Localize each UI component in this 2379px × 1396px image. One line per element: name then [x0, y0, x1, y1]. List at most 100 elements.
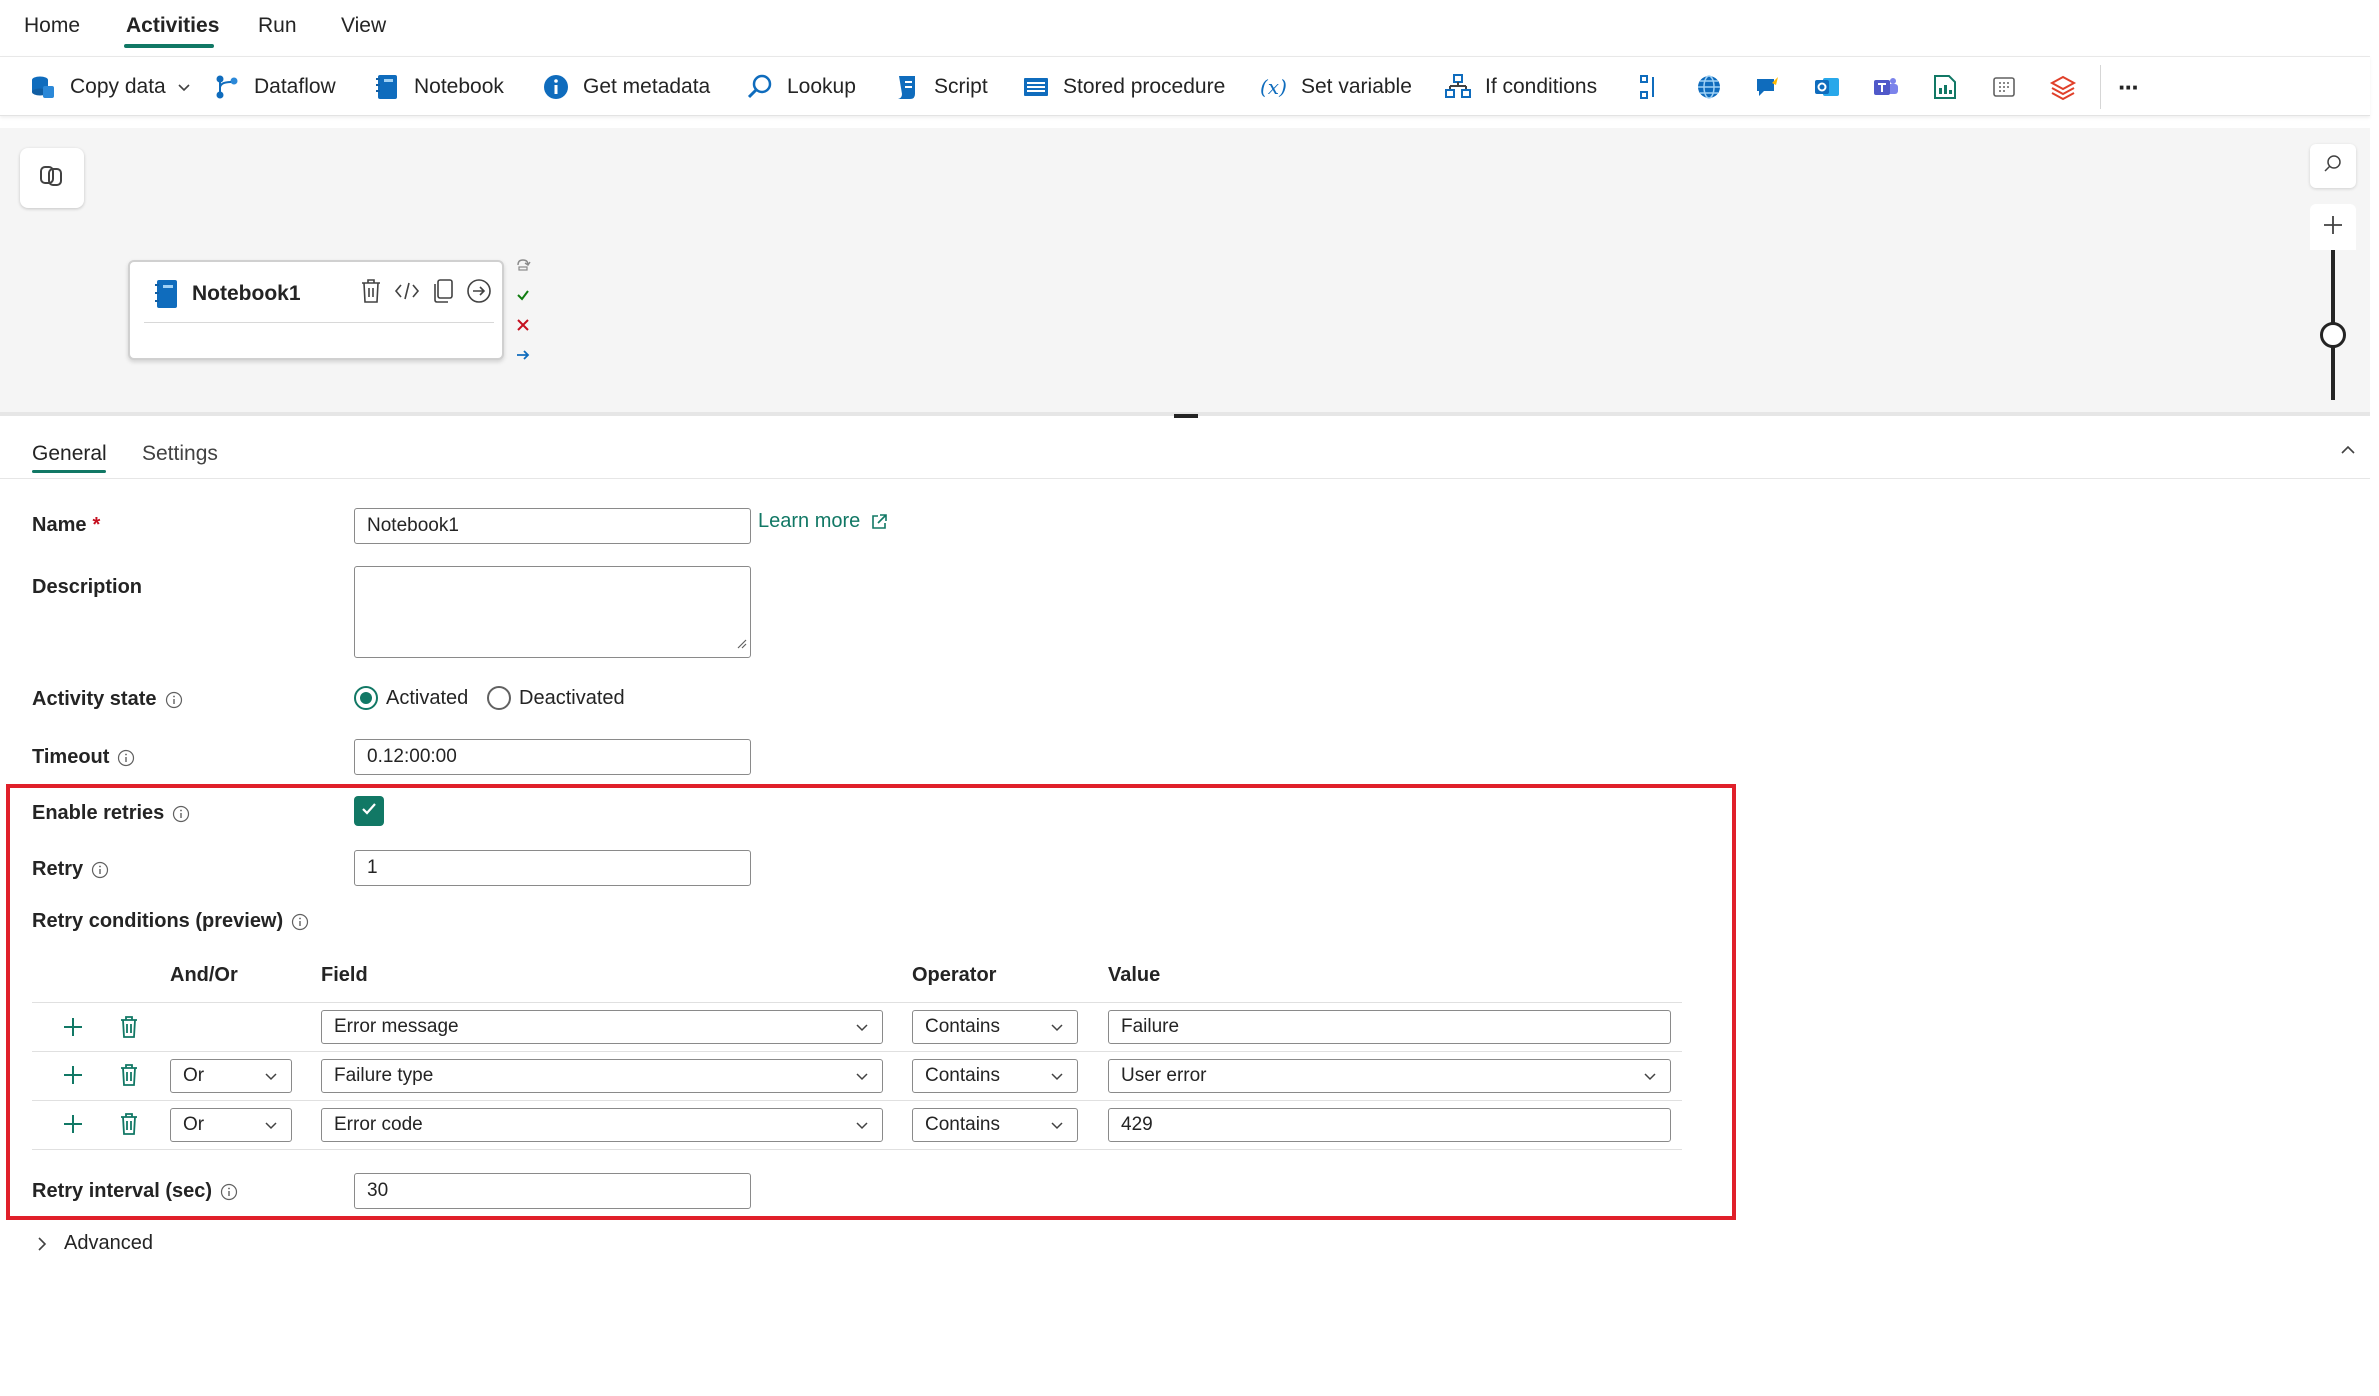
operator-dropdown[interactable]: Contains [912, 1108, 1078, 1142]
info-icon[interactable] [220, 1183, 238, 1201]
if-conditions-button[interactable]: If conditions [1443, 67, 1597, 107]
delete-condition-button[interactable] [114, 1012, 144, 1042]
description-textarea[interactable] [354, 566, 751, 658]
timeout-input[interactable]: 0.12:00:00 [354, 739, 751, 775]
add-condition-button[interactable] [58, 1012, 88, 1042]
info-icon[interactable] [91, 861, 109, 879]
learn-more-link[interactable]: Learn more [758, 510, 888, 533]
field-dropdown[interactable]: Failure type [321, 1059, 883, 1093]
operator-dropdown[interactable]: Contains [912, 1059, 1078, 1093]
activated-radio[interactable]: Activated [354, 686, 468, 710]
menu-home[interactable]: Home [24, 14, 80, 38]
checkmark-icon [359, 799, 379, 824]
set-variable-button[interactable]: (x) Set variable [1259, 67, 1412, 107]
dataflow-button[interactable]: Dataflow [212, 67, 336, 107]
active-tab-indicator [32, 470, 106, 473]
kql-activity-button[interactable] [1989, 67, 2019, 107]
value-dropdown[interactable]: User error [1108, 1059, 1671, 1093]
zoom-slider-thumb[interactable] [2320, 322, 2346, 348]
chevron-down-icon [263, 1117, 279, 1133]
zoom-in-button[interactable] [2310, 204, 2356, 250]
delete-icon[interactable] [356, 276, 386, 306]
menu-view[interactable]: View [341, 14, 386, 38]
and-or-dropdown[interactable]: Or [170, 1108, 292, 1142]
pipeline-canvas[interactable]: Notebook1 [0, 128, 2370, 414]
webhook-icon [1753, 72, 1783, 102]
and-or-dropdown[interactable]: Or [170, 1059, 292, 1093]
semantic-model-refresh-button[interactable] [1930, 67, 1960, 107]
field-dropdown[interactable]: Error message [321, 1010, 883, 1044]
panel-resize-handle[interactable] [1174, 414, 1198, 418]
timeout-label-row: Timeout [32, 746, 135, 769]
menu-run[interactable]: Run [258, 14, 297, 38]
tab-general[interactable]: General [32, 442, 107, 466]
teams-activity-button[interactable] [1871, 67, 1901, 107]
field-value: Failure type [334, 1065, 434, 1086]
more-activities-button[interactable]: ··· [2118, 67, 2140, 107]
tab-settings[interactable]: Settings [142, 442, 218, 466]
retry-conditions-label-row: Retry conditions (preview) [32, 910, 309, 933]
skip-port-icon[interactable] [512, 254, 534, 276]
web-activity-button[interactable] [1694, 67, 1724, 107]
notebook-activity-node[interactable]: Notebook1 [128, 260, 504, 360]
activated-radio-circle[interactable] [354, 686, 378, 710]
copy-icon[interactable] [428, 276, 458, 306]
script-button[interactable]: Script [892, 67, 988, 107]
name-input[interactable]: Notebook1 [354, 508, 751, 544]
plus-icon [2321, 213, 2345, 242]
info-icon[interactable] [165, 691, 183, 709]
menu-activities[interactable]: Activities [126, 14, 219, 38]
stored-procedure-button[interactable]: Stored procedure [1021, 67, 1225, 107]
info-icon[interactable] [172, 805, 190, 823]
copy-data-button[interactable]: Copy data [28, 67, 192, 107]
script-icon [892, 72, 922, 102]
code-icon[interactable] [392, 276, 422, 306]
copilot-button[interactable] [20, 148, 84, 208]
advanced-expander[interactable]: Advanced [34, 1232, 153, 1255]
completion-port-icon[interactable] [512, 344, 534, 366]
resize-grip-icon[interactable] [735, 636, 747, 654]
chevron-down-icon [1049, 1068, 1065, 1084]
collapse-panel-button[interactable] [2334, 438, 2362, 466]
failure-port-icon[interactable] [512, 314, 534, 336]
arrow-circle-right-icon[interactable] [464, 276, 494, 306]
value-header: Value [1108, 964, 1161, 986]
deactivated-radio[interactable]: Deactivated [487, 686, 625, 710]
operator-dropdown[interactable]: Contains [912, 1010, 1078, 1044]
success-port-icon[interactable] [512, 284, 534, 306]
operator-value: Contains [925, 1016, 1000, 1037]
add-condition-button[interactable] [58, 1060, 88, 1090]
delete-condition-button[interactable] [114, 1060, 144, 1090]
canvas-search-button[interactable] [2310, 144, 2356, 188]
info-icon[interactable] [291, 913, 309, 931]
webhook-activity-button[interactable] [1753, 67, 1783, 107]
notebook-button[interactable]: Notebook [372, 67, 504, 107]
value-input[interactable]: 429 [1108, 1108, 1671, 1142]
databricks-activity-button[interactable] [2048, 67, 2078, 107]
add-condition-button[interactable] [58, 1109, 88, 1139]
lookup-button[interactable]: Lookup [745, 67, 856, 107]
script-label: Script [934, 75, 988, 98]
deactivated-radio-circle[interactable] [487, 686, 511, 710]
active-menu-indicator [124, 44, 214, 48]
retry-interval-input[interactable]: 30 [354, 1173, 751, 1209]
info-icon[interactable] [117, 749, 135, 767]
name-label: Name [32, 514, 87, 536]
outlook-activity-button[interactable] [1812, 67, 1842, 107]
external-link-icon [870, 513, 888, 531]
activated-label: Activated [386, 686, 469, 709]
tabs-divider [0, 478, 2370, 479]
value-input[interactable]: Failure [1108, 1010, 1671, 1044]
switch-activity-button[interactable] [1634, 67, 1664, 107]
delete-condition-button[interactable] [114, 1109, 144, 1139]
field-dropdown[interactable]: Error code [321, 1108, 883, 1142]
field-value: Error message [334, 1016, 459, 1037]
enable-retries-label: Enable retries [32, 802, 165, 824]
name-label-row: Name * [32, 514, 100, 537]
outlook-icon [1812, 72, 1842, 102]
get-metadata-button[interactable]: Get metadata [541, 67, 710, 107]
copilot-icon [37, 161, 67, 196]
retry-input[interactable]: 1 [354, 850, 751, 886]
plus-icon [64, 1018, 82, 1036]
enable-retries-checkbox[interactable] [354, 796, 384, 826]
